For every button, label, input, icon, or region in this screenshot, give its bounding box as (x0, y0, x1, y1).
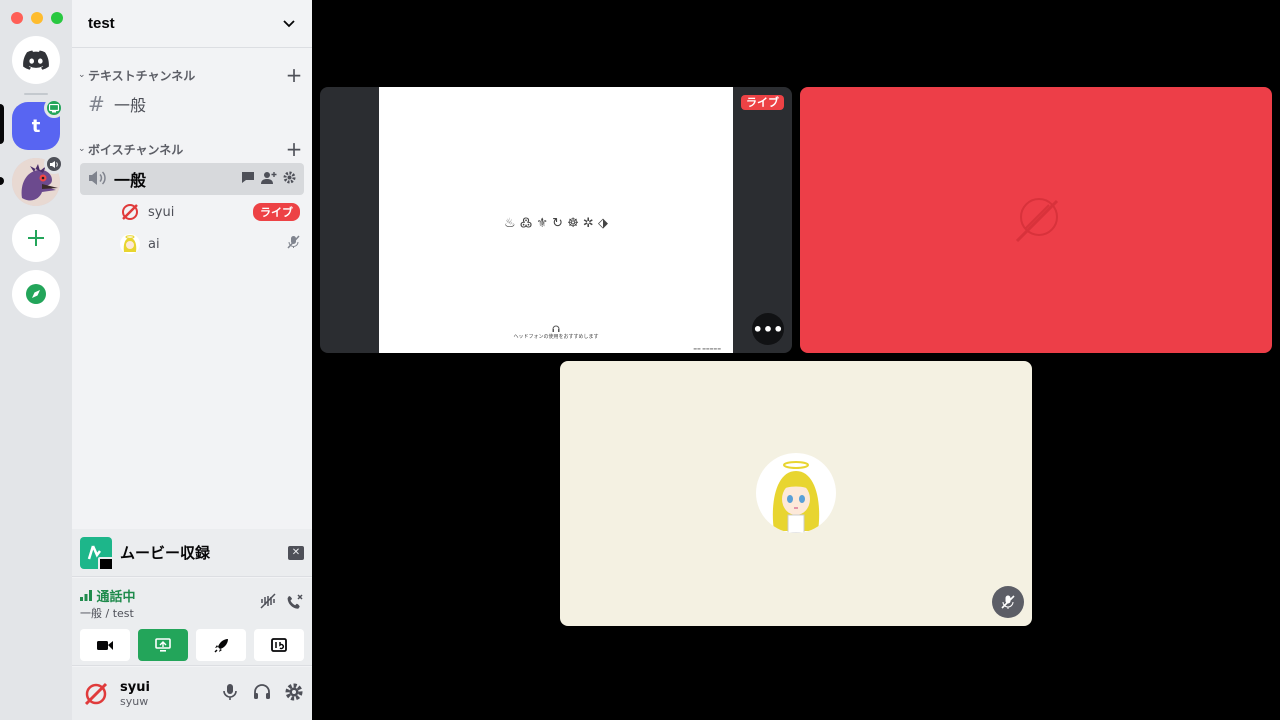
muted-mic-icon (992, 586, 1024, 618)
connection-status-text: 通話中 (96, 590, 136, 605)
add-server-button[interactable] (12, 214, 60, 262)
channel-actions (241, 171, 296, 188)
voice-stage: ♨ ߷ ⚜ ↻ ☸ ✲ ⬗ ヘッドフォンの使用をおすすめします ▬▬ ▬▬▬▬▬… (312, 0, 1280, 720)
explore-servers-button[interactable] (12, 270, 60, 318)
guild-header[interactable]: test (72, 0, 312, 48)
plus-icon (28, 230, 44, 246)
rocket-icon (213, 638, 228, 653)
compass-icon (26, 284, 46, 304)
server-test[interactable]: t (12, 98, 64, 150)
screen-share-badge-icon (44, 98, 64, 118)
stream-glyph-row: ♨ ߷ ⚜ ↻ ☸ ✲ ⬗ (504, 216, 608, 231)
channel-general-text[interactable]: # 一般 (80, 88, 304, 120)
noise-suppression-icon[interactable] (260, 592, 276, 615)
server-rail: t (0, 0, 72, 720)
connection-status[interactable]: 通話中 (80, 586, 136, 605)
category-label: ボイスチャンネル (88, 142, 184, 157)
headphones-icon (552, 325, 560, 332)
channel-sidebar: test ⌄ テキストチャンネル + # 一般 ⌄ ボイスチャンネル + 一般 (72, 0, 312, 720)
no-entry-avatar-icon (1015, 198, 1059, 243)
rail-separator (24, 93, 48, 95)
disconnect-icon[interactable] (286, 593, 304, 615)
home-button[interactable] (12, 36, 60, 84)
headphones-icon[interactable] (252, 682, 272, 706)
channel-name: 一般 (114, 96, 147, 115)
settings-gear-icon[interactable] (284, 682, 304, 706)
text-channel-icon: # (88, 92, 105, 116)
screen-share-icon (155, 638, 171, 652)
voice-user-syui[interactable]: syui ライブ (116, 198, 304, 226)
connection-location[interactable]: 一般 / test (80, 605, 136, 621)
category-chevron-icon: ⌄ (78, 70, 86, 80)
microphone-icon[interactable] (220, 682, 240, 706)
user-panel: syui syuw (72, 667, 312, 720)
create-channel-icon[interactable]: + (284, 65, 304, 85)
activity-launch-button[interactable] (196, 629, 246, 661)
user-tag: syuw (120, 694, 149, 708)
channel-name: 一般 (114, 171, 147, 190)
activity-panel[interactable]: ムービー収録 ✕ (72, 529, 312, 577)
headphone-notice: ヘッドフォンの使用をおすすめします (379, 325, 733, 340)
unread-indicator (0, 177, 4, 185)
minimize-window-button[interactable] (31, 12, 43, 24)
voice-user-ai[interactable]: ai (116, 230, 304, 258)
activity-app-icon (80, 536, 114, 571)
voice-user-name: syui (148, 204, 175, 220)
live-badge: ライブ (741, 95, 784, 110)
activity-name: ムービー収録 (120, 544, 211, 562)
server-initial: t (31, 115, 41, 137)
anime-girl-avatar-icon (772, 461, 820, 533)
chat-icon[interactable] (241, 171, 255, 188)
discord-logo-icon (23, 50, 49, 70)
screen-share-button[interactable] (138, 629, 188, 661)
muted-mic-icon (287, 235, 300, 253)
anime-avatar-icon (120, 234, 140, 254)
category-voice-channels[interactable]: ⌄ ボイスチャンネル + (72, 139, 312, 159)
window-controls (11, 12, 63, 24)
voice-user-name: ai (148, 236, 160, 252)
category-chevron-icon: ⌄ (78, 144, 86, 154)
guild-name: test (88, 15, 115, 32)
invite-icon[interactable] (261, 171, 277, 188)
category-label: テキストチャンネル (88, 68, 196, 83)
create-channel-icon[interactable]: + (284, 139, 304, 159)
no-entry-avatar-icon (120, 202, 140, 222)
channel-general-voice[interactable]: 一般 (80, 163, 304, 195)
user-tile-ai[interactable] (560, 361, 1032, 626)
close-window-button[interactable] (11, 12, 23, 24)
stream-tile[interactable]: ♨ ߷ ⚜ ↻ ☸ ✲ ⬗ ヘッドフォンの使用をおすすめします ▬▬ ▬▬▬▬▬… (320, 87, 792, 353)
speaker-icon (88, 167, 114, 191)
more-options-button[interactable]: ••• (752, 313, 784, 345)
anime-avatar (756, 453, 836, 533)
gear-icon[interactable] (283, 171, 296, 188)
stream-video: ♨ ߷ ⚜ ↻ ☸ ✲ ⬗ ヘッドフォンの使用をおすすめします ▬▬ ▬▬▬▬▬ (379, 87, 733, 353)
camera-icon (97, 640, 113, 650)
user-names[interactable]: syui syuw (120, 680, 220, 708)
server-bird[interactable] (12, 154, 64, 206)
stop-activity-icon[interactable]: ✕ (288, 545, 304, 560)
category-text-channels[interactable]: ⌄ テキストチャンネル + (72, 65, 312, 85)
camera-button[interactable] (80, 629, 130, 661)
user-tile-syui[interactable] (800, 87, 1272, 353)
user-avatar[interactable] (80, 678, 112, 710)
stream-version-mark: ▬▬ ▬▬▬▬▬ (693, 346, 721, 351)
voice-badge-icon (44, 154, 64, 174)
signal-icon (80, 590, 92, 601)
chevron-down-icon (283, 19, 295, 27)
voice-connection-panel: 通話中 一般 / test (72, 578, 312, 666)
live-badge: ライブ (253, 203, 300, 221)
soundboard-icon (271, 638, 287, 652)
headphone-notice-text: ヘッドフォンの使用をおすすめします (513, 334, 599, 340)
selected-server-indicator (0, 104, 4, 144)
zoom-window-button[interactable] (51, 12, 63, 24)
user-display-name: syui (120, 679, 150, 695)
discord-app: t test ⌄ テキストチャンネル + # 一般 ⌄ ボイスチャンネル + 一… (0, 0, 1280, 720)
soundboard-button[interactable] (254, 629, 304, 661)
